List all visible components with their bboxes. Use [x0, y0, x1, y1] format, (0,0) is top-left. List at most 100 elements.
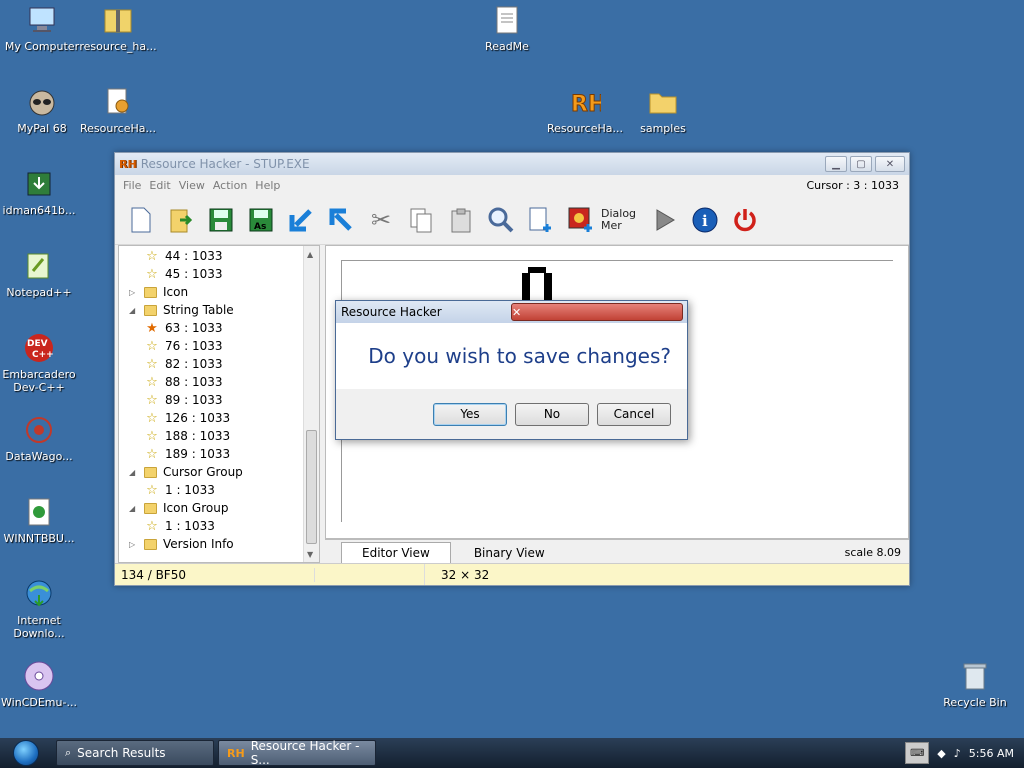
menu-action[interactable]: Action	[209, 179, 251, 192]
tree-folder-icon-group[interactable]: ◢ Icon Group	[129, 499, 228, 517]
menu-help[interactable]: Help	[251, 179, 284, 192]
cancel-button[interactable]: Cancel	[597, 402, 671, 426]
paste-button[interactable]	[441, 200, 481, 240]
keyboard-icon[interactable]: ⌨	[905, 742, 930, 764]
desktop-icon-resourcehacker-1[interactable]: ResourceHa...	[76, 86, 160, 135]
desktop-icon-resourcehacker-2[interactable]: RH ResourceHa...	[543, 86, 627, 136]
exit-button[interactable]	[725, 200, 765, 240]
close-button[interactable]: ✕	[875, 156, 905, 172]
minimize-button[interactable]: ▁	[825, 156, 847, 172]
dialog-merge-button[interactable]: Dialog Mer	[601, 200, 645, 240]
add-image-button[interactable]	[561, 200, 601, 240]
tree-folder-string-table[interactable]: ◢ String Table	[129, 301, 234, 319]
tab-editor-view[interactable]: Editor View	[341, 542, 451, 563]
resource-tree[interactable]: ☆ 44 : 1033 ☆ 45 : 1033 ▷ Icon ◢ String Tabl…	[118, 245, 320, 563]
menu-view[interactable]: View	[175, 179, 209, 192]
desktop-icon-devcpp[interactable]: DEV C++ Embarcadero Dev-C++	[0, 332, 81, 394]
about-button[interactable]: i	[685, 200, 725, 240]
expand-arrow-icon[interactable]: ▷	[129, 540, 139, 549]
taskbar-item-search-results[interactable]: ⌕ Search Results	[56, 740, 214, 766]
tab-binary-view[interactable]: Binary View	[453, 542, 566, 563]
desktop-icon-datawagon[interactable]: DataWago...	[0, 414, 81, 463]
import-button[interactable]	[281, 200, 321, 240]
yes-button[interactable]: Yes	[433, 402, 507, 426]
scroll-up-arrow-icon[interactable]: ▲	[307, 250, 313, 259]
collapse-arrow-icon[interactable]: ◢	[129, 504, 139, 513]
desktop-icon-samples[interactable]: samples	[621, 86, 705, 135]
no-button[interactable]: No	[515, 402, 589, 426]
expand-arrow-icon[interactable]: ▷	[129, 288, 139, 297]
collapse-arrow-icon[interactable]: ◢	[129, 468, 139, 477]
dialog-close-button[interactable]: ✕	[511, 303, 683, 321]
tree-item[interactable]: ★ 63 : 1033	[145, 319, 222, 337]
desktop-icon-label: ResourceHa...	[80, 122, 156, 135]
tree-item[interactable]: ☆ 89 : 1033	[145, 391, 222, 409]
desktop-icon-wincdemu[interactable]: WinCDEmu-...	[0, 660, 81, 709]
clock[interactable]: 5:56 AM	[969, 747, 1014, 760]
tree-item[interactable]: ☆ 88 : 1033	[145, 373, 222, 391]
star-icon: ☆	[146, 518, 158, 534]
folder-icon	[143, 502, 157, 514]
save-button[interactable]	[201, 200, 241, 240]
tree-folder-cursor-group[interactable]: ◢ Cursor Group	[129, 463, 243, 481]
copy-button[interactable]	[401, 200, 441, 240]
desktop-icon-label: resource_ha...	[79, 40, 157, 53]
window-titlebar[interactable]: RH Resource Hacker - STUP.EXE ▁ ▢ ✕	[115, 153, 909, 175]
find-button[interactable]	[481, 200, 521, 240]
tree-item[interactable]: ☆ 126 : 1033	[145, 409, 230, 427]
desktop-icon-label: Embarcadero Dev-C++	[2, 368, 76, 394]
tree-item[interactable]: ☆ 1 : 1033	[145, 517, 215, 535]
window-title: Resource Hacker - STUP.EXE	[140, 157, 310, 171]
desktop-icon-idm[interactable]: Internet Downlo...	[0, 578, 81, 640]
tree-item[interactable]: ☆ 82 : 1033	[145, 355, 222, 373]
tree-item[interactable]: ☆ 188 : 1033	[145, 427, 230, 445]
menu-edit[interactable]: Edit	[145, 179, 174, 192]
desktop-icon-label: DataWago...	[5, 450, 73, 463]
minimize-icon: ▁	[832, 158, 840, 170]
open-file-button[interactable]	[161, 200, 201, 240]
tree-scrollbar[interactable]: ▲ ▼	[303, 246, 319, 562]
desktop-icon-readme[interactable]: ReadMe	[465, 4, 549, 53]
add-resource-button[interactable]	[521, 200, 561, 240]
star-icon: ☆	[146, 266, 158, 282]
export-button[interactable]	[321, 200, 361, 240]
desktop-icon-winntbbu[interactable]: WINNTBBU...	[0, 496, 81, 545]
status-offset: 134 / BF50	[115, 567, 315, 582]
desktop-icon-notepadpp[interactable]: Notepad++	[0, 250, 81, 299]
desktop-icon-recycle-bin[interactable]: Recycle Bin	[933, 660, 1017, 709]
tree-item[interactable]: ☆ 1 : 1033	[145, 481, 215, 499]
tree-folder-icon-node[interactable]: ▷ Icon	[129, 283, 188, 301]
taskbar-item-resource-hacker[interactable]: RH Resource Hacker - S...	[218, 739, 376, 767]
desktop-icon-idman[interactable]: idman641b...	[0, 168, 81, 217]
tree-item[interactable]: ☆ 44 : 1033	[145, 247, 222, 265]
desktop-icon-label: My Computer	[4, 40, 80, 53]
desktop-icon-resource-hacker-zip[interactable]: resource_ha...	[76, 4, 160, 53]
tree-folder-version-info[interactable]: ▷ Version Info	[129, 535, 234, 553]
desktop-icon-my-computer[interactable]: My Computer	[0, 4, 84, 53]
dialog-titlebar[interactable]: Resource Hacker ✕	[336, 301, 687, 323]
save-as-button[interactable]: As	[241, 200, 281, 240]
menu-file[interactable]: File	[119, 179, 145, 192]
collapse-arrow-icon[interactable]: ◢	[129, 306, 139, 315]
desktop-icon-mypal[interactable]: MyPal 68	[0, 86, 84, 135]
play-icon	[656, 208, 675, 231]
arrow-up-left-icon	[329, 208, 352, 231]
network-icon[interactable]: ◆	[937, 747, 945, 760]
start-button[interactable]	[0, 738, 52, 768]
volume-icon[interactable]: ♪	[954, 747, 961, 760]
maximize-button[interactable]: ▢	[850, 156, 872, 172]
run-button[interactable]	[645, 200, 685, 240]
tree-item[interactable]: ☆ 76 : 1033	[145, 337, 222, 355]
desktop-icon-label: samples	[640, 122, 686, 135]
desktop-icon-label: Internet Downlo...	[13, 614, 65, 640]
tree-item[interactable]: ☆ 189 : 1033	[145, 445, 230, 463]
cut-button[interactable]: ✂	[361, 200, 401, 240]
scroll-thumb[interactable]	[306, 430, 317, 544]
scroll-down-arrow-icon[interactable]: ▼	[307, 550, 313, 559]
text-document-icon	[491, 4, 523, 36]
tree-item[interactable]: ☆ 45 : 1033	[145, 265, 222, 283]
new-file-button[interactable]	[121, 200, 161, 240]
cd-icon	[23, 660, 55, 692]
settings-document-icon	[102, 86, 134, 118]
arrow-down-left-icon	[289, 208, 312, 231]
